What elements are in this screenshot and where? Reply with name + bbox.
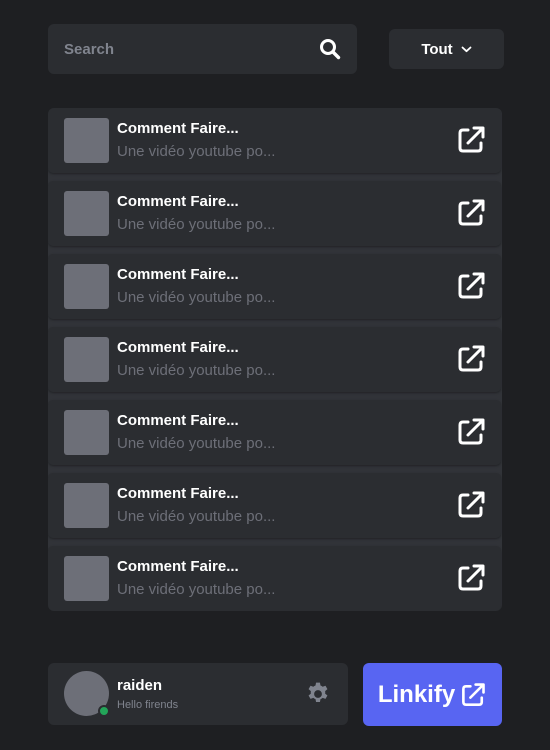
brand-label: Linkify — [377, 680, 456, 708]
search-icon[interactable] — [319, 38, 341, 60]
thumbnail — [64, 337, 109, 382]
item-description: Une vidéo youtube po... — [117, 435, 276, 452]
external-link-icon[interactable] — [455, 197, 487, 229]
list-item[interactable]: Comment Faire... Une vidéo youtube po... — [48, 546, 501, 611]
list-item[interactable]: Comment Faire... Une vidéo youtube po... — [48, 254, 501, 319]
thumbnail — [64, 191, 109, 236]
item-title: Comment Faire... — [117, 193, 239, 210]
item-description: Une vidéo youtube po... — [117, 143, 276, 160]
item-description: Une vidéo youtube po... — [117, 362, 276, 379]
external-link-icon[interactable] — [455, 270, 487, 302]
item-description: Une vidéo youtube po... — [117, 508, 276, 525]
user-status-text: Hello firends — [117, 699, 179, 711]
item-title: Comment Faire... — [117, 266, 239, 283]
item-title: Comment Faire... — [117, 120, 239, 137]
external-link-icon[interactable] — [455, 124, 487, 156]
list-item[interactable]: Comment Faire... Une vidéo youtube po... — [48, 473, 501, 538]
thumbnail — [64, 264, 109, 309]
username: raiden — [117, 677, 163, 694]
list-item[interactable]: Comment Faire... Une vidéo youtube po... — [48, 181, 501, 246]
item-description: Une vidéo youtube po... — [117, 581, 276, 598]
list-item[interactable]: Comment Faire... Une vidéo youtube po... — [48, 327, 501, 392]
external-link-icon[interactable] — [455, 489, 487, 521]
item-title: Comment Faire... — [117, 412, 239, 429]
search-bar — [48, 24, 357, 74]
gear-icon[interactable] — [304, 680, 332, 708]
list-item[interactable]: Comment Faire... Une vidéo youtube po... — [48, 108, 501, 173]
list-item[interactable]: Comment Faire... Une vidéo youtube po... — [48, 400, 501, 465]
item-description: Une vidéo youtube po... — [117, 216, 276, 233]
thumbnail — [64, 118, 109, 163]
online-status-indicator — [98, 705, 110, 717]
user-panel: raiden Hello firends — [48, 663, 348, 725]
external-link-icon[interactable] — [455, 416, 487, 448]
external-link-icon[interactable] — [455, 343, 487, 375]
filter-selected-label: Tout — [421, 40, 453, 58]
chevron-down-icon — [461, 46, 472, 53]
external-link-icon — [459, 681, 487, 709]
filter-dropdown[interactable]: Tout — [389, 29, 504, 69]
thumbnail — [64, 483, 109, 528]
search-input[interactable] — [64, 40, 319, 58]
external-link-icon[interactable] — [455, 562, 487, 594]
link-list: Comment Faire... Une vidéo youtube po...… — [48, 108, 502, 611]
linkify-button[interactable]: Linkify — [363, 663, 502, 726]
item-description: Une vidéo youtube po... — [117, 289, 276, 306]
item-title: Comment Faire... — [117, 485, 239, 502]
item-title: Comment Faire... — [117, 339, 239, 356]
thumbnail — [64, 410, 109, 455]
thumbnail — [64, 556, 109, 601]
item-title: Comment Faire... — [117, 558, 239, 575]
